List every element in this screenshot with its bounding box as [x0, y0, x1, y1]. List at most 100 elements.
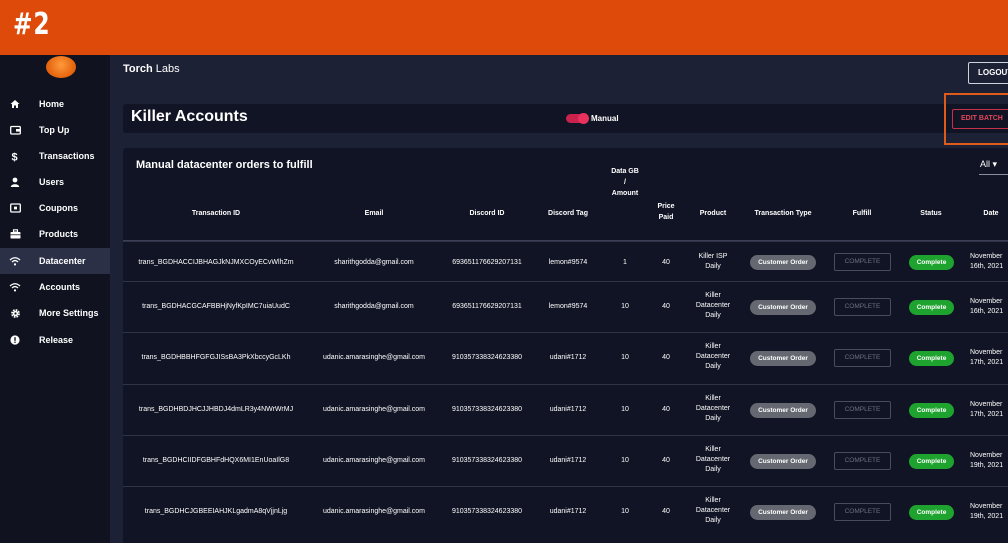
sidebar-item-coupons[interactable]: Coupons [0, 195, 110, 221]
fulfill-complete-button[interactable]: COMPLETE [834, 452, 891, 470]
sidebar-item-release[interactable]: Release [0, 327, 110, 353]
cell-date: November 17th, 2021 [970, 348, 1008, 368]
sidebar-item-label: Coupons [39, 203, 78, 213]
app-title-bold: Torch [123, 63, 153, 75]
info-icon [0, 335, 30, 345]
sidebar-item-accounts[interactable]: Accounts [0, 274, 110, 300]
filter-dropdown[interactable]: All ▾ [980, 159, 997, 170]
fulfill-complete-button[interactable]: COMPLETE [834, 349, 891, 367]
sidebar-item-more-settings[interactable]: More Settings [0, 300, 110, 326]
cell-email: udanic.amarasinghe@gmail.com [322, 457, 426, 464]
status-badge: Complete [909, 403, 954, 418]
cell-data-gb: 10 [621, 406, 629, 413]
cell-email: sharithgodda@gmail.com [334, 259, 414, 266]
sidebar-item-label: Home [39, 99, 65, 109]
sidebar-item-label: Users [39, 177, 65, 187]
product-line: Daily [705, 415, 721, 422]
cell-product: Killer Datacenter Daily [688, 394, 738, 424]
sidebar-item-label: Top Up [39, 125, 70, 135]
cell-transaction-id: trans_BGDHACGCAFBBHjNyfKpIMC7uiaUudC [142, 303, 290, 310]
cell-date: November 16th, 2021 [970, 252, 1008, 272]
fulfill-complete-button[interactable]: COMPLETE [834, 298, 891, 316]
page-title: Killer Accounts [131, 108, 248, 125]
cell-product: Killer Datacenter Daily [688, 445, 738, 475]
status-badge: Complete [909, 454, 954, 469]
product-line: Daily [705, 312, 721, 319]
table-row: trans_BGDHACGCAFBBHjNyfKpIMC7uiaUudC sha… [123, 281, 1008, 332]
product-line: Killer [705, 497, 721, 504]
column-header-transaction-type: Transaction Type [754, 210, 812, 217]
briefcase-icon [0, 229, 30, 239]
product-line: Datacenter [695, 456, 731, 463]
date-line: 16th, 2021 [970, 263, 1004, 270]
gear-icon [0, 308, 30, 319]
wifi-icon [0, 256, 30, 266]
cell-date: November 19th, 2021 [970, 502, 1008, 522]
column-header-status: Status [920, 210, 942, 217]
sidebar-item-label: Transactions [39, 151, 95, 161]
status-badge: Complete [909, 255, 954, 270]
sidebar-item-label: Datacenter [39, 256, 86, 266]
transaction-type-badge: Customer Order [750, 454, 816, 469]
cell-email: sharithgodda@gmail.com [334, 303, 414, 310]
cell-price: 40 [662, 303, 670, 310]
status-badge: Complete [909, 351, 954, 366]
manual-toggle[interactable] [566, 113, 589, 124]
product-line: Daily [705, 466, 721, 473]
fulfill-complete-button[interactable]: COMPLETE [834, 401, 891, 419]
cell-transaction-id: trans_BGDHBBHFGFGJISsBA3PkXbccyGcLKh [141, 354, 291, 361]
fulfill-complete-button[interactable]: COMPLETE [834, 253, 891, 271]
transaction-type-badge: Customer Order [750, 300, 816, 315]
table-row: trans_BGDHBBHFGFGJISsBA3PkXbccyGcLKh uda… [123, 332, 1008, 383]
product-line: Killer [705, 446, 721, 453]
column-header-transaction-id: Transaction ID [191, 210, 241, 217]
product-line: Datacenter [695, 507, 731, 514]
table-row: trans_BGDHCJGBEEIAHJKLgadmA8qVjjnLjg uda… [123, 486, 1008, 537]
wifi-icon [0, 282, 30, 292]
date-line: November [970, 253, 1003, 260]
cell-transaction-id: trans_BGDHACCIJBHAGJkNJMXCOyECvWlhZm [138, 259, 294, 266]
product-line: Datacenter [695, 353, 731, 360]
cell-data-gb: 10 [621, 508, 629, 515]
sidebar-item-transactions[interactable]: $ Transactions [0, 143, 110, 169]
cell-product: Killer ISP Daily [688, 252, 738, 272]
torch-logo [46, 56, 76, 78]
table-title: Manual datacenter orders to fulfill [136, 159, 313, 171]
app-title: Torch Labs [123, 63, 180, 75]
header-line: Amount [611, 190, 639, 197]
top-banner: #2 [0, 0, 1008, 55]
annotation-highlight-box [944, 93, 1008, 145]
status-badge: Complete [909, 505, 954, 520]
date-line: 19th, 2021 [970, 513, 1004, 520]
filter-value: All [980, 159, 991, 169]
sidebar-item-label: More Settings [39, 308, 99, 318]
sidebar-item-label: Products [39, 229, 79, 239]
column-header-discord-id: Discord ID [469, 210, 505, 217]
sidebar-item-top-up[interactable]: Top Up [0, 117, 110, 143]
cell-product: Killer Datacenter Daily [688, 496, 738, 526]
cell-discord-tag: udani#1712 [549, 354, 587, 361]
product-line: Killer [705, 343, 721, 350]
cell-data-gb: 10 [621, 457, 629, 464]
cell-discord-id: 910357338324623380 [451, 354, 523, 361]
column-header-date: Date [983, 210, 999, 217]
header-line: Price [657, 203, 675, 210]
sidebar-item-products[interactable]: Products [0, 221, 110, 247]
fulfill-complete-button[interactable]: COMPLETE [834, 503, 891, 521]
manual-toggle-label: Manual [591, 114, 619, 123]
status-badge: Complete [909, 300, 954, 315]
product-line: Killer ISP [698, 253, 728, 260]
accounts-panel: Killer Accounts Manual EDIT BATCH [123, 104, 1008, 133]
date-line: November [970, 298, 1003, 305]
cell-email: udanic.amarasinghe@gmail.com [322, 354, 426, 361]
sidebar-item-users[interactable]: Users [0, 169, 110, 195]
table-row: trans_BGDHBDJHCJJHBDJ4dmLR3y4NWrWrMJ uda… [123, 384, 1008, 435]
header-line: Paid [658, 214, 674, 221]
sidebar-item-datacenter[interactable]: Datacenter [0, 248, 110, 274]
product-line: Datacenter [695, 302, 731, 309]
wallet-icon [0, 125, 30, 135]
logout-button[interactable]: LOGOUT [968, 62, 1008, 84]
cell-price: 40 [662, 508, 670, 515]
sidebar-item-home[interactable]: Home [0, 91, 110, 117]
app-title-rest: Labs [152, 63, 180, 75]
